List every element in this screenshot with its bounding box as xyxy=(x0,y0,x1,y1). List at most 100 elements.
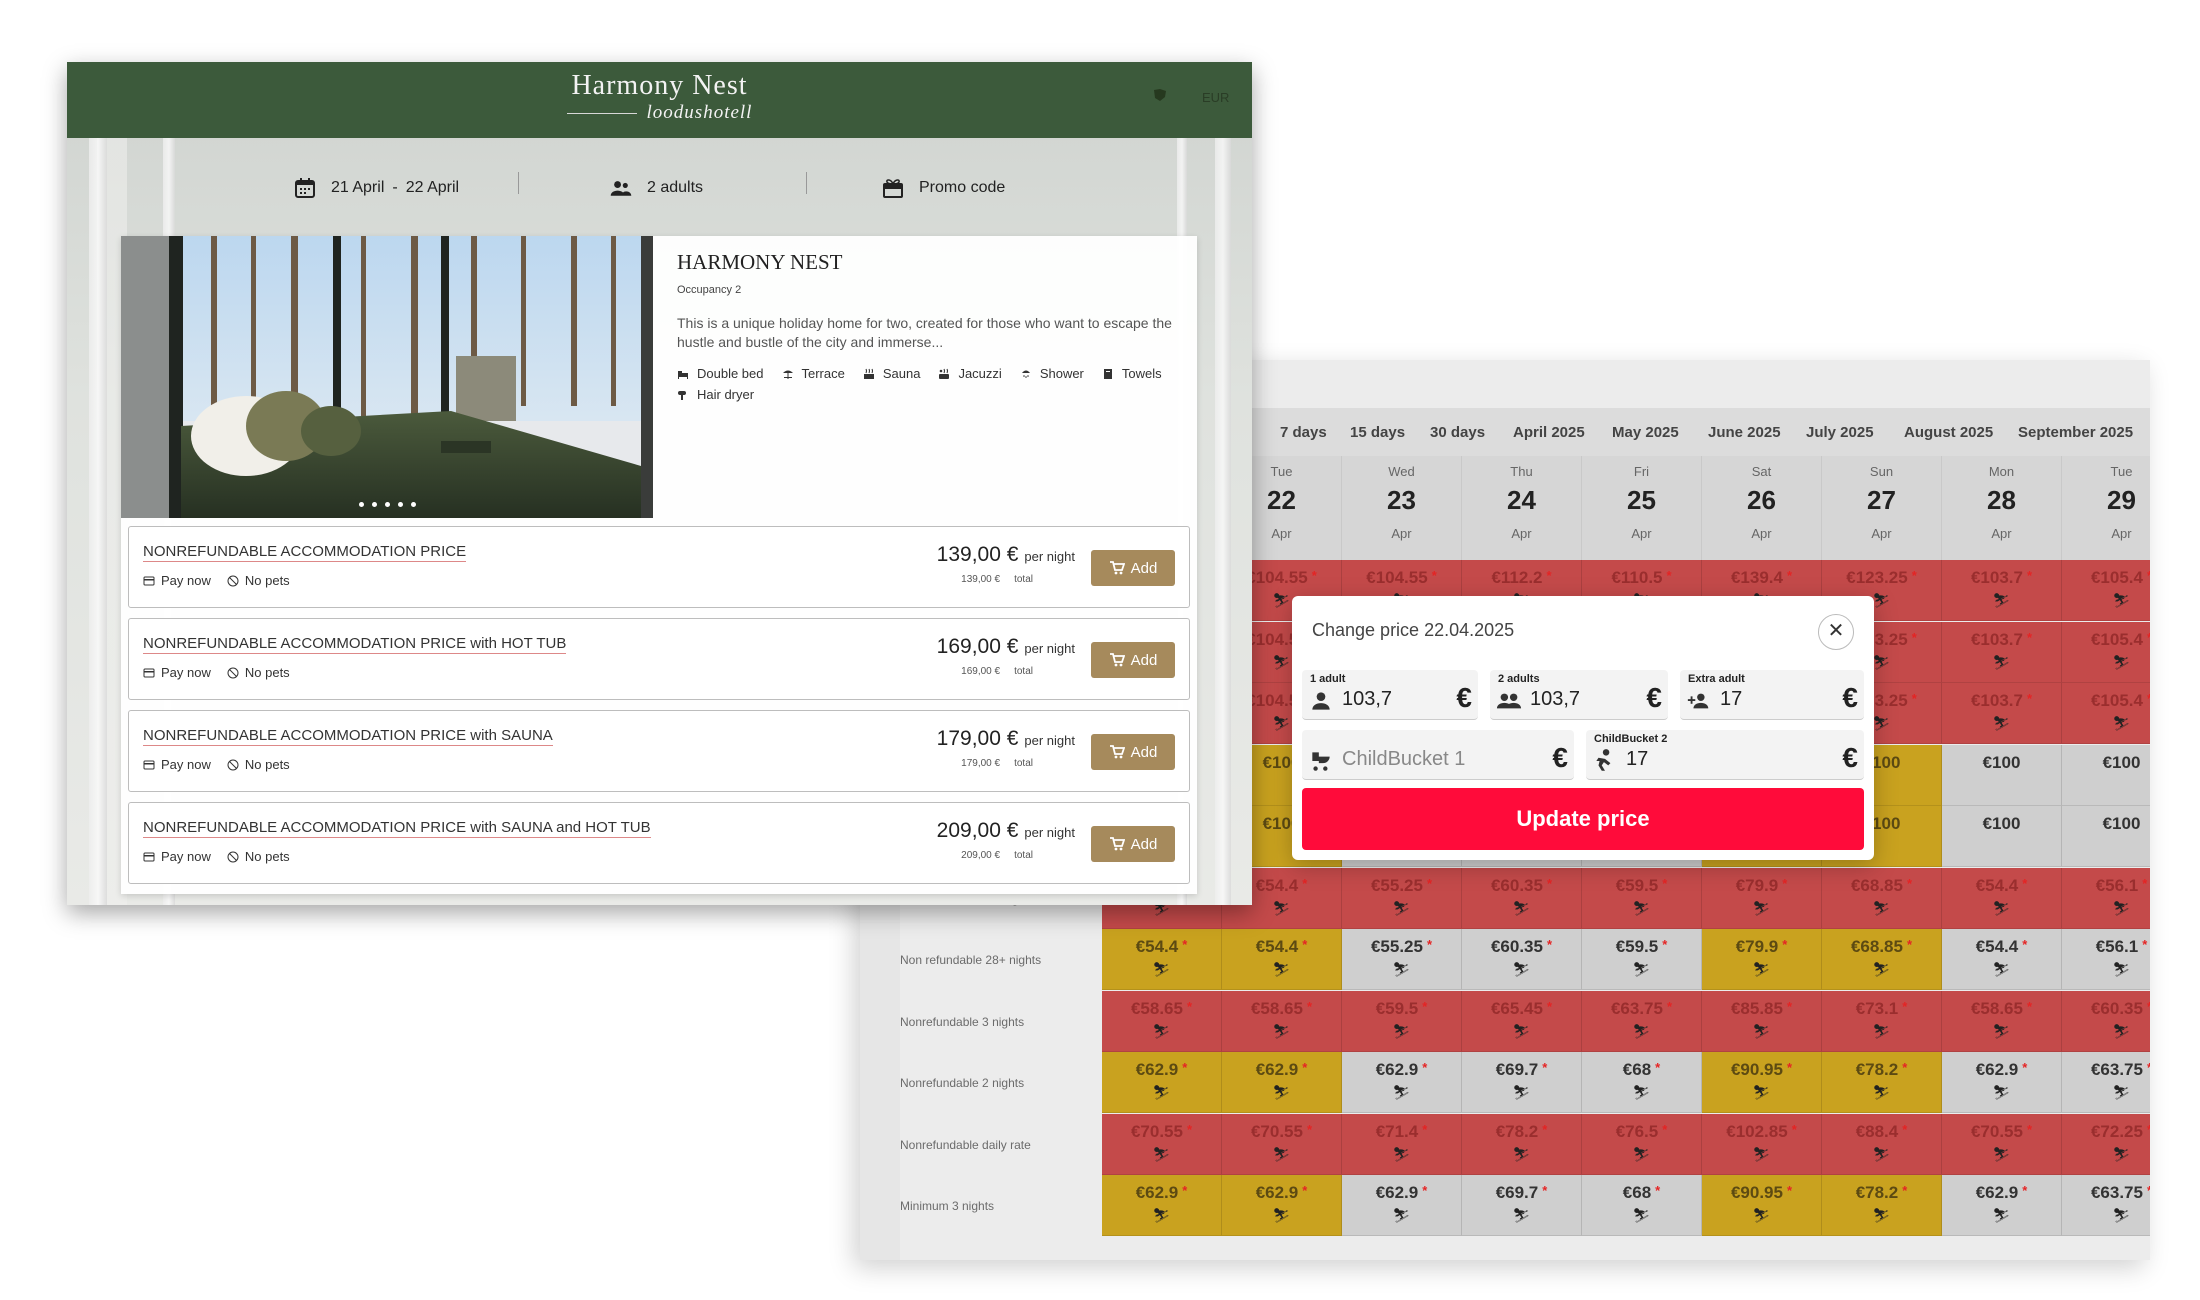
language-flag-icon[interactable] xyxy=(1152,88,1168,105)
close-icon[interactable]: ✕ xyxy=(1818,614,1854,650)
price-cell[interactable]: €100 xyxy=(2062,806,2150,867)
price-cell[interactable]: €54.4* ⛷ xyxy=(1942,929,2062,990)
price-cell[interactable]: €78.2 * ⛷ xyxy=(1822,1052,1942,1113)
price-cell[interactable]: €63.75*⛷ xyxy=(2062,1052,2150,1113)
tab-june-2025[interactable]: June 2025 xyxy=(1708,424,1781,441)
one-adult-price-field[interactable]: 1 adult 103,7 € xyxy=(1302,670,1478,720)
day-header[interactable]: Wed 23 Apr xyxy=(1342,456,1462,560)
price-cell[interactable]: €62.9 * ⛷ xyxy=(1102,1175,1222,1236)
price-cell[interactable]: €63.75*⛷ xyxy=(1582,990,1702,1052)
price-cell[interactable]: €85.85 * ⛷ xyxy=(1702,990,1822,1052)
price-cell[interactable]: €65.45 * ⛷ xyxy=(1462,990,1582,1052)
price-cell[interactable]: €100 xyxy=(2062,744,2150,806)
photo-carousel-dots[interactable] xyxy=(359,502,416,507)
price-cell[interactable]: €90.95 * ⛷ xyxy=(1702,1052,1822,1113)
tab-15-days[interactable]: 15 days xyxy=(1350,424,1405,441)
price-cell[interactable]: €55.25 * ⛷ xyxy=(1342,929,1462,990)
price-cell[interactable]: €70.55 * ⛷ xyxy=(1102,1113,1222,1175)
two-adults-price-field[interactable]: 2 adults 103,7 € xyxy=(1490,670,1668,720)
one-adult-value[interactable]: 103,7 xyxy=(1342,688,1442,711)
price-cell[interactable]: €103.7 * ⛷ xyxy=(1942,683,2062,744)
price-cell[interactable]: €62.9 * ⛷ xyxy=(1342,1175,1462,1236)
price-cell[interactable]: €100 xyxy=(1942,806,2062,867)
price-cell[interactable]: €73.1 * ⛷ xyxy=(1822,990,1942,1052)
price-cell[interactable]: €70.55 * ⛷ xyxy=(1942,1113,2062,1175)
tab-september-2025[interactable]: September 2025 xyxy=(2018,424,2133,441)
price-cell[interactable]: €68.85 * ⛷ xyxy=(1822,867,1942,929)
promo-code-field[interactable]: Promo code xyxy=(881,170,1005,206)
price-cell[interactable]: €54.4* ⛷ xyxy=(1942,867,2062,929)
price-cell[interactable]: €68.85 * ⛷ xyxy=(1822,929,1942,990)
price-cell[interactable]: €60.35*⛷ xyxy=(1462,867,1582,929)
price-cell[interactable]: €54.4* ⛷ xyxy=(1102,929,1222,990)
tab-july-2025[interactable]: July 2025 xyxy=(1806,424,1874,441)
price-cell[interactable]: €88.4 * ⛷ xyxy=(1822,1113,1942,1175)
price-cell[interactable]: €76.5 * ⛷ xyxy=(1582,1113,1702,1175)
price-cell[interactable]: €62.9 * ⛷ xyxy=(1942,1052,2062,1113)
price-cell[interactable]: €62.9 * ⛷ xyxy=(1942,1175,2062,1236)
price-cell[interactable]: €56.1 * ⛷ xyxy=(2062,929,2150,990)
guests-selector[interactable]: 2 adults xyxy=(609,170,703,206)
childbucket-2-price-field[interactable]: ChildBucket 2 17 € xyxy=(1586,730,1864,780)
day-header[interactable]: Tue 29 Apr xyxy=(2062,456,2150,560)
add-to-cart-button[interactable]: Add xyxy=(1091,642,1175,678)
price-cell[interactable]: €60.35*⛷ xyxy=(1462,929,1582,990)
price-cell[interactable]: €63.75*⛷ xyxy=(2062,1175,2150,1236)
price-cell[interactable]: €62.9 * ⛷ xyxy=(1342,1052,1462,1113)
price-cell[interactable]: €62.9 * ⛷ xyxy=(1222,1052,1342,1113)
rate-name-link[interactable]: NONREFUNDABLE ACCOMMODATION PRICE with H… xyxy=(143,635,567,654)
price-cell[interactable]: €59.5 * ⛷ xyxy=(1582,929,1702,990)
price-cell[interactable]: €69.7 * ⛷ xyxy=(1462,1052,1582,1113)
price-cell[interactable]: €78.2 * ⛷ xyxy=(1462,1113,1582,1175)
extra-adult-price-field[interactable]: Extra adult 17 € xyxy=(1680,670,1864,720)
price-cell[interactable]: €71.4 * ⛷ xyxy=(1342,1113,1462,1175)
price-cell[interactable]: €55.25 * ⛷ xyxy=(1342,867,1462,929)
price-cell[interactable]: €90.95 * ⛷ xyxy=(1702,1175,1822,1236)
price-cell[interactable]: €78.2 * ⛷ xyxy=(1822,1175,1942,1236)
rate-name-link[interactable]: NONREFUNDABLE ACCOMMODATION PRICE xyxy=(143,543,467,562)
tab-august-2025[interactable]: August 2025 xyxy=(1904,424,1993,441)
add-to-cart-button[interactable]: Add xyxy=(1091,550,1175,586)
price-cell[interactable]: €54.4* ⛷ xyxy=(1222,929,1342,990)
price-cell[interactable]: €79.9 * ⛷ xyxy=(1702,929,1822,990)
price-cell[interactable]: €62.9 * ⛷ xyxy=(1102,1052,1222,1113)
price-cell[interactable]: €59.5 * ⛷ xyxy=(1342,990,1462,1052)
tab-april-2025[interactable]: April 2025 xyxy=(1513,424,1585,441)
price-cell[interactable]: €70.55 * ⛷ xyxy=(1222,1113,1342,1175)
price-cell[interactable]: €103.7 * ⛷ xyxy=(1942,560,2062,621)
price-cell[interactable]: €79.9 * ⛷ xyxy=(1702,867,1822,929)
price-cell[interactable]: €58.65 * ⛷ xyxy=(1942,990,2062,1052)
price-cell[interactable]: €105.4 * ⛷ xyxy=(2062,560,2150,621)
update-price-button[interactable]: Update price xyxy=(1302,788,1864,850)
day-header[interactable]: Sun 27 Apr xyxy=(1822,456,1942,560)
add-to-cart-button[interactable]: Add xyxy=(1091,734,1175,770)
room-photo[interactable] xyxy=(121,236,653,518)
price-cell[interactable]: €58.65 * ⛷ xyxy=(1102,990,1222,1052)
price-cell[interactable]: €105.4 * ⛷ xyxy=(2062,621,2150,683)
day-header[interactable]: Mon 28 Apr xyxy=(1942,456,2062,560)
price-cell[interactable]: €59.5 * ⛷ xyxy=(1582,867,1702,929)
tab-may-2025[interactable]: May 2025 xyxy=(1612,424,1679,441)
day-header[interactable]: Thu 24 Apr xyxy=(1462,456,1582,560)
childbucket-2-value[interactable]: 17 xyxy=(1626,748,1726,771)
price-cell[interactable]: €68 * ⛷ xyxy=(1582,1052,1702,1113)
day-header[interactable]: Sat 26 Apr xyxy=(1702,456,1822,560)
price-cell[interactable]: €68 * ⛷ xyxy=(1582,1175,1702,1236)
price-cell[interactable]: €103.7 * ⛷ xyxy=(1942,621,2062,683)
price-cell[interactable]: €102.85 * ⛷ xyxy=(1702,1113,1822,1175)
currency-selector[interactable]: EUR xyxy=(1202,90,1229,105)
childbucket-1-input[interactable]: ChildBucket 1 xyxy=(1342,748,1522,771)
rate-name-link[interactable]: NONREFUNDABLE ACCOMMODATION PRICE with S… xyxy=(143,727,553,746)
two-adults-value[interactable]: 103,7 xyxy=(1530,688,1630,711)
price-cell[interactable]: €56.1 * ⛷ xyxy=(2062,867,2150,929)
price-cell[interactable]: €60.35*⛷ xyxy=(2062,990,2150,1052)
childbucket-1-price-field[interactable]: ChildBucket 1 € xyxy=(1302,730,1574,780)
price-cell[interactable]: €58.65 * ⛷ xyxy=(1222,990,1342,1052)
extra-adult-value[interactable]: 17 xyxy=(1720,688,1820,711)
price-cell[interactable]: €100 xyxy=(1942,744,2062,806)
day-header[interactable]: Fri 25 Apr xyxy=(1582,456,1702,560)
price-cell[interactable]: €69.7 * ⛷ xyxy=(1462,1175,1582,1236)
date-range-picker[interactable]: 21 April - 22 April xyxy=(293,170,459,206)
price-cell[interactable]: €105.4 * ⛷ xyxy=(2062,683,2150,744)
rate-name-link[interactable]: NONREFUNDABLE ACCOMMODATION PRICE with S… xyxy=(143,819,651,838)
